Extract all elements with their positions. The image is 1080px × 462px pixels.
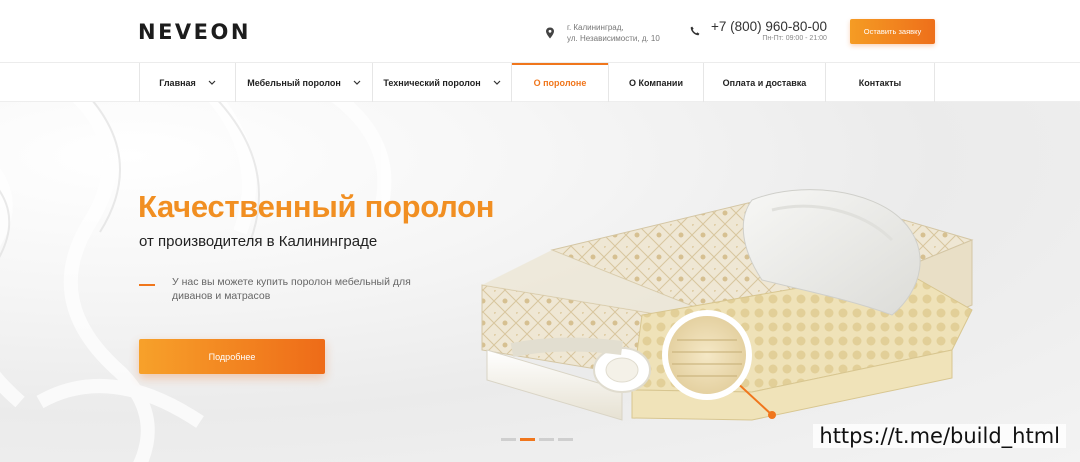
nav-item-about-company[interactable]: О Компании: [609, 63, 704, 102]
watermark-url: https://t.me/build_html: [813, 424, 1066, 448]
main-nav: Главная Мебельный поролон Технический по…: [0, 63, 1080, 102]
phone-icon: [690, 26, 700, 36]
slider-dot[interactable]: [501, 438, 516, 441]
nav-item-label: Оплата и доставка: [722, 77, 807, 88]
nav-item-label: Контакты: [858, 77, 902, 88]
nav-item-label: Главная: [159, 77, 196, 88]
phone-number[interactable]: +7 (800) 960-80-00: [711, 19, 827, 34]
chevron-down-icon: [493, 80, 501, 85]
nav-item-label: О поролоне: [533, 77, 587, 88]
site-header: NEVEON г. Калининград, ул. Независимости…: [0, 0, 1080, 63]
address-block: г. Калининград, ул. Независимости, д. 10: [545, 22, 660, 44]
chevron-down-icon: [208, 80, 216, 85]
more-button[interactable]: Подробнее: [139, 339, 325, 374]
working-hours: Пн-Пт: 09:00 - 21:00: [762, 35, 827, 42]
address-line-city: г. Калининград,: [567, 23, 624, 32]
slider-dot-active[interactable]: [520, 438, 535, 441]
nav-item-technical-foam[interactable]: Технический поролон: [373, 63, 512, 102]
nav-item-furniture-foam[interactable]: Мебельный поролон: [236, 63, 373, 102]
nav-item-label: Технический поролон: [383, 77, 481, 88]
hero-slider: Качественный поролон от производителя в …: [0, 102, 1080, 462]
slider-dots: [501, 438, 573, 441]
leave-request-button[interactable]: Оставить заявку: [850, 19, 935, 44]
nav-item-label: О Компании: [629, 77, 683, 88]
map-pin-icon: [546, 27, 554, 39]
nav-item-contacts[interactable]: Контакты: [826, 63, 935, 102]
hero-title: Качественный поролон: [138, 189, 495, 224]
nav-item-payment-delivery[interactable]: Оплата и доставка: [704, 63, 826, 102]
hero-subtitle: от производителя в Калининграде: [139, 233, 378, 250]
address-line-street: ул. Независимости, д. 10: [567, 34, 660, 43]
logo[interactable]: NEVEON: [138, 20, 251, 44]
nav-item-label: Мебельный поролон: [247, 77, 341, 88]
hero-description: У нас вы можете купить поролон мебельный…: [172, 276, 411, 302]
chevron-down-icon: [353, 80, 361, 85]
nav-item-home[interactable]: Главная: [140, 63, 236, 102]
slider-dot[interactable]: [539, 438, 554, 441]
phone-block: +7 (800) 960-80-00 Пн-Пт: 09:00 - 21:00: [690, 19, 827, 44]
slider-dot[interactable]: [558, 438, 573, 441]
accent-dash: [139, 284, 155, 286]
mattress-illustration: [481, 189, 974, 421]
nav-item-about-foam[interactable]: О поролоне: [512, 63, 609, 102]
